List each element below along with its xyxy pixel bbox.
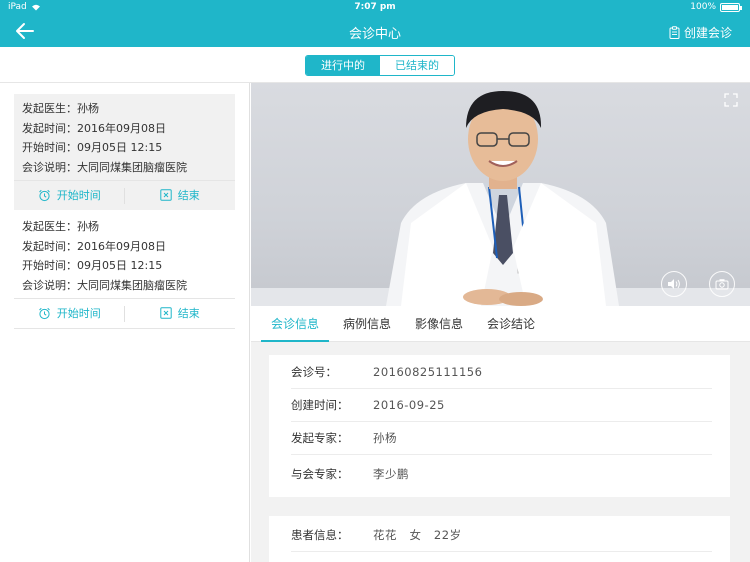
close-box-icon (160, 189, 172, 201)
create-consultation-button[interactable]: 创建会诊 (669, 24, 732, 41)
participants-label: 与会专家： (291, 467, 349, 481)
end-button[interactable]: 结束 (125, 181, 236, 210)
detail-tabs: 会诊信息 病例信息 影像信息 会诊结论 (251, 306, 750, 342)
divider (124, 187, 125, 204)
created-time-label: 创建时间： (291, 398, 349, 412)
participants-row: 与会专家： 李少鹏 (291, 455, 712, 493)
create-consultation-label: 创建会诊 (683, 26, 732, 40)
camera-button[interactable] (709, 271, 735, 297)
consultation-id-value: 20160825111156 (373, 365, 483, 379)
battery-icon (720, 2, 742, 12)
divider (124, 305, 125, 322)
created-time-value: 2016-09-25 (373, 398, 445, 412)
consultation-card[interactable]: 发起医生：孙杨 发起时间：2016年09月08日 开始时间：09月05日 12:… (14, 94, 235, 210)
patient-info-row: 患者信息： 花花 女 22岁 (291, 519, 712, 552)
start-time-label: 开始时间 (56, 189, 101, 202)
initiator-row: 发起专家： 孙杨 (291, 422, 712, 455)
initiated-time-row: 发起时间：2016年09月08日 (22, 121, 166, 135)
initiating-doctor-row: 发起医生：孙杨 (22, 220, 99, 233)
tab-consultation-info[interactable]: 会诊信息 (261, 306, 330, 342)
fullscreen-icon[interactable] (724, 93, 738, 107)
created-time-row: 创建时间： 2016-09-25 (291, 389, 712, 422)
consultation-card[interactable]: 发起医生：孙杨 发起时间：2016年09月08日 开始时间：09月05日 12:… (14, 212, 235, 329)
consultation-note-row: 会诊说明：大同同煤集团脑瘤医院 (22, 278, 187, 292)
clock: 7:07 pm (354, 2, 396, 12)
alarm-clock-icon (38, 189, 50, 201)
end-label: 结束 (177, 307, 200, 320)
video-view[interactable] (251, 83, 750, 306)
start-time-label: 开始时间 (56, 307, 101, 320)
begin-time-row: 开始时间：09月05日 12:15 (22, 259, 163, 272)
close-box-icon (160, 307, 172, 319)
initiating-doctor-row: 发起医生：孙杨 (22, 102, 99, 115)
segment-finished[interactable]: 已结束的 (380, 56, 454, 75)
tab-case-info[interactable]: 病例信息 (333, 306, 401, 341)
tab-conclusion[interactable]: 会诊结论 (477, 306, 545, 341)
status-segmented-control: 进行中的 已结束的 (305, 55, 455, 76)
consultation-info-panel: 会诊号： 20160825111156 创建时间： 2016-09-25 发起专… (269, 355, 730, 497)
consultation-id-label: 会诊号： (291, 365, 337, 379)
initiator-value: 孙杨 (373, 431, 397, 445)
patient-info-value: 花花 女 22岁 (373, 528, 462, 542)
patient-info-panel: 患者信息： 花花 女 22岁 (269, 516, 730, 562)
speaker-icon (668, 279, 680, 289)
speaker-button[interactable] (661, 271, 687, 297)
end-button[interactable]: 结束 (125, 299, 236, 328)
begin-time-row: 开始时间：09月05日 12:15 (22, 141, 163, 154)
clipboard-icon (669, 26, 680, 39)
camera-icon (715, 279, 729, 290)
segment-ongoing[interactable]: 进行中的 (306, 56, 380, 75)
divider (14, 327, 235, 329)
patient-info-label: 患者信息： (291, 528, 349, 542)
consultation-list: 发起医生：孙杨 发起时间：2016年09月08日 开始时间：09月05日 12:… (0, 83, 250, 562)
tab-imaging-info[interactable]: 影像信息 (405, 306, 473, 341)
segment-bar: 进行中的 已结束的 (0, 47, 750, 83)
alarm-clock-icon (38, 307, 50, 319)
initiator-label: 发起专家： (291, 431, 349, 445)
page-title: 会诊中心 (348, 27, 401, 42)
consultation-id-row: 会诊号： 20160825111156 (291, 356, 712, 389)
top-bar: iPad 7:07 pm 100% 会诊中心 创建会诊 (0, 0, 750, 47)
battery-percent: 100% (690, 2, 716, 12)
initiated-time-row: 发起时间：2016年09月08日 (22, 239, 166, 253)
start-time-button[interactable]: 开始时间 (14, 181, 125, 210)
status-bar: iPad 7:07 pm 100% (0, 0, 750, 15)
end-label: 结束 (177, 189, 200, 202)
consultation-note-row: 会诊说明：大同同煤集团脑瘤医院 (22, 160, 187, 174)
start-time-button[interactable]: 开始时间 (14, 299, 125, 328)
nav-bar: 会诊中心 创建会诊 (0, 15, 750, 47)
participants-value: 李少鹏 (373, 467, 409, 481)
